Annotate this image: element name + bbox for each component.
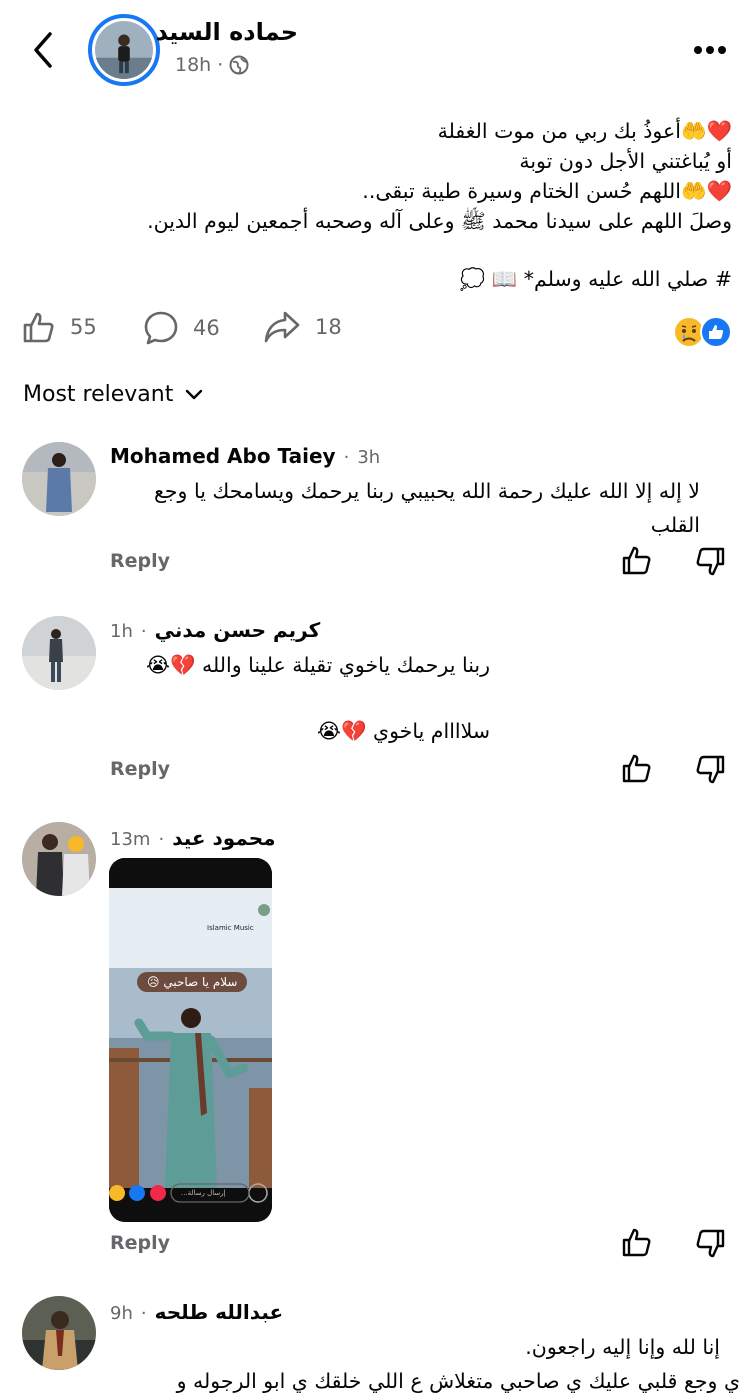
chevron-down-icon [186,389,203,399]
post-time: 18h [175,54,212,76]
thumbs-up-icon[interactable] [621,752,653,784]
comment-count: 46 [193,316,220,340]
post-line: ❤️🤲أعوذُ بك ربي من موت الغفلة [437,119,732,143]
sort-label: Most relevant [23,382,174,407]
post-meta: 18h · [175,54,249,76]
comment-time: 1h [110,621,133,642]
thumbs-down-icon[interactable] [694,754,726,786]
post-header: حماده السيد 18h · [0,0,753,100]
commenter-name[interactable]: Mohamed Abo Taiey [110,444,336,468]
comment-text: سلاااام ياخوي 💔😭 [317,719,490,743]
separator-dot: · [158,829,165,850]
separator-dot: · [217,54,224,76]
reaction-icons[interactable] [672,314,734,350]
more-options-icon[interactable] [690,36,730,64]
share-icon [264,311,300,343]
story-reply-input: إرسال رسالة... [181,1189,226,1197]
comment-header: 13m · محمود عيد [110,826,276,850]
comment-image[interactable]: Islamic Music سلام يا صاحبي 😥 إرسال رسال… [109,858,272,1222]
separator-dot: · [140,1303,147,1324]
author-avatar[interactable] [88,14,160,86]
comment-text: ربنا يرحمك ياخوي تقيلة علينا والله 💔😭 [146,653,490,677]
separator-dot: · [140,621,147,642]
thumbs-down-icon[interactable] [694,546,726,578]
story-caption: سلام يا صاحبي 😥 [137,972,248,992]
back-arrow-icon[interactable] [28,28,60,72]
comment-sort-dropdown[interactable]: Most relevant [23,382,203,407]
comment-time: 13m [110,829,151,850]
reply-button[interactable]: Reply [110,758,170,780]
like-icon [23,312,54,343]
share-count: 18 [315,315,342,339]
post-line: وصلَ اللهم على سيدنا محمد ﷺ وعلى آله وصح… [147,209,732,233]
commenter-name[interactable]: كريم حسن مدني [155,618,321,642]
separator-dot: · [343,447,350,468]
comment-header: Mohamed Abo Taiey · 3h [110,444,380,468]
commenter-avatar[interactable] [22,442,96,516]
author-name[interactable]: حماده السيد [155,18,298,46]
commenter-avatar[interactable] [22,616,96,690]
comment-button[interactable]: 46 [143,310,220,346]
post-line: ❤️🤲اللهم حُسن الختام وسيرة طيبة تبقى.. [362,179,732,203]
like-count: 55 [70,315,97,339]
post-actions: 55 46 18 [0,300,753,360]
thumbs-up-icon[interactable] [621,1226,653,1258]
commenter-avatar[interactable] [22,1296,96,1370]
globe-icon[interactable] [229,55,249,75]
commenter-name[interactable]: عبدالله طلحه [155,1300,284,1324]
commenter-name[interactable]: محمود عيد [172,826,275,850]
reply-button[interactable]: Reply [110,550,170,572]
reply-button[interactable]: Reply [110,1232,170,1254]
thumbs-down-icon[interactable] [694,1228,726,1260]
like-reaction-icon [700,316,732,348]
like-button[interactable]: 55 [22,310,97,344]
comment-header: 1h · كريم حسن مدني [110,618,320,642]
music-label: Islamic Music [207,924,254,932]
comment-header: 9h · عبدالله طلحه [110,1300,283,1324]
comment-text: لا إله إلا الله عليك رحمة الله يحبيبي رب… [153,479,700,537]
thumbs-up-icon[interactable] [621,544,653,576]
post-text: ❤️🤲أعوذُ بك ربي من موت الغفلة أو يُباغتن… [30,116,732,294]
sad-reaction-icon [673,316,705,348]
post-line: أو يُباغتني الأجل دون توبة [519,149,732,173]
comment-text: ي وجع قلبي عليك ي صاحبي متغلاش ع اللي خل… [176,1369,740,1393]
commenter-avatar[interactable] [22,822,96,896]
comment-text: إنا لله وإنا إليه راجعون. [525,1335,720,1359]
comment-icon [144,311,178,345]
comment-time: 9h [110,1303,133,1324]
share-button[interactable]: 18 [263,310,342,344]
post-hashtag[interactable]: # صلي الله عليه وسلم* 📖 💭 [30,264,732,294]
comment-time: 3h [357,447,381,468]
